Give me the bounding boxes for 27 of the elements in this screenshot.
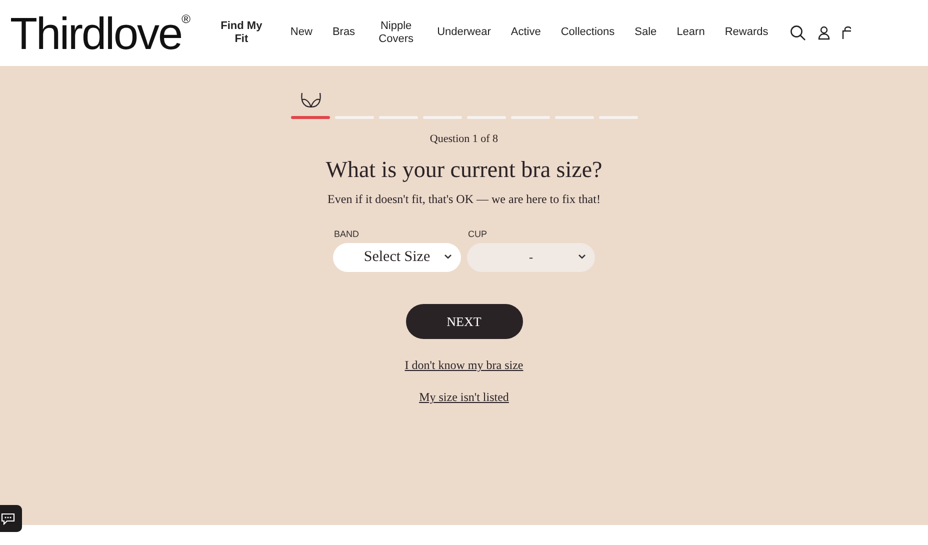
- next-button[interactable]: NEXT: [406, 304, 522, 339]
- account-icon[interactable]: [818, 26, 830, 40]
- question-counter: Question 1 of 8: [430, 133, 498, 145]
- chevron-icon: [444, 254, 452, 260]
- nav-link[interactable]: Nipple Covers: [365, 20, 428, 46]
- bra-icon: [300, 92, 322, 110]
- help-link[interactable]: My size isn't listed: [419, 390, 509, 405]
- nav-link[interactable]: Active: [500, 26, 551, 40]
- nav-link[interactable]: New: [280, 26, 322, 40]
- nav-link[interactable]: Bras: [322, 26, 366, 40]
- nav-link[interactable]: Sale: [624, 26, 667, 40]
- select-label: BAND: [333, 229, 360, 239]
- logo[interactable]: Thirdlove$^{®}$: [10, 10, 190, 56]
- size-select[interactable]: Select Size: [333, 243, 461, 272]
- question-subtitle: Even if it doesn't fit, that's OK — we are here to fix that!: [328, 192, 600, 207]
- nav-link[interactable]: Underwear: [427, 26, 501, 40]
- question-title: What is your current bra size?: [326, 157, 602, 183]
- chat-button[interactable]: [0, 505, 22, 532]
- select-label: CUP: [467, 229, 488, 239]
- chevron-icon: [578, 254, 586, 260]
- nav-link[interactable]: Find My Fit: [210, 20, 272, 46]
- nav-link[interactable]: Rewards: [714, 26, 778, 40]
- nav-link[interactable]: Learn: [666, 26, 715, 40]
- search-icon[interactable]: [790, 25, 806, 41]
- chat-icon: [1, 512, 15, 524]
- help-link[interactable]: I don't know my bra size: [404, 358, 524, 373]
- nav-link[interactable]: Collections: [550, 26, 625, 40]
